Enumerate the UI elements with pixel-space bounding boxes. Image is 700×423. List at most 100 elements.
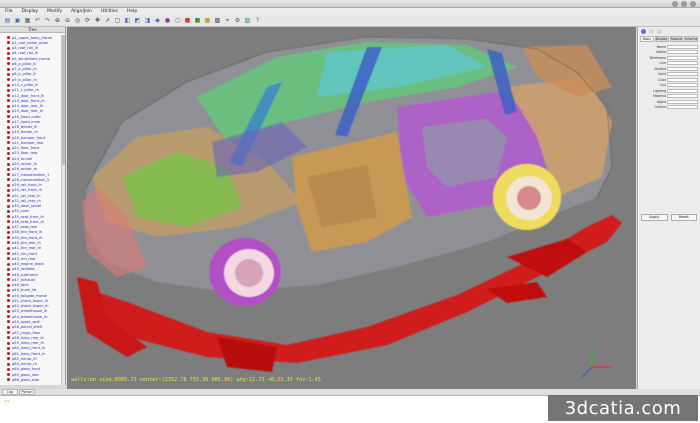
color-icon[interactable]: ■ <box>183 16 192 25</box>
menu-display[interactable]: Display <box>22 9 39 14</box>
shade-icon[interactable]: ● <box>163 16 172 25</box>
tree-item-label: p9_b_pillar_rh <box>12 77 37 82</box>
redo-icon[interactable]: ↷ <box>43 16 52 25</box>
property-value-field[interactable] <box>667 105 698 109</box>
property-row: Name <box>640 44 698 49</box>
properties-panel: Basic Display Advanced Information NameV… <box>637 27 700 389</box>
rotate-icon[interactable]: ⟳ <box>83 16 92 25</box>
tab-basic[interactable]: Basic <box>640 36 654 42</box>
apply-button[interactable]: Apply <box>641 214 668 221</box>
part-bullet-icon <box>7 267 10 271</box>
property-value-field[interactable] <box>667 50 698 54</box>
property-value-field[interactable] <box>667 88 698 93</box>
image-icon[interactable]: ▨ <box>243 16 252 25</box>
tree-item-label: p57_cargo_floor <box>12 330 41 335</box>
tree-item-label: p4_roof_rail_rh <box>12 51 39 56</box>
view-iso-icon[interactable]: ◆ <box>153 16 162 25</box>
view-front-icon[interactable]: ◧ <box>123 16 132 25</box>
tab-display[interactable]: Display <box>654 36 669 42</box>
part-bullet-icon <box>7 320 10 324</box>
property-label: Material <box>653 94 666 98</box>
property-row: Line <box>640 61 698 66</box>
tree-item-label: p31_rail_rear_lh <box>12 193 41 198</box>
part-bullet-icon <box>7 325 10 329</box>
open-icon[interactable]: ▤ <box>3 16 12 25</box>
wireframe-icon[interactable]: ○ <box>173 16 182 25</box>
tree-item-label: p26_rocker_rh <box>12 167 38 172</box>
part-bullet-icon <box>7 367 10 371</box>
property-label: Visible <box>655 50 666 54</box>
part-bullet-icon <box>7 72 10 76</box>
zoom-out-icon[interactable]: ⊖ <box>63 16 72 25</box>
property-value-field[interactable] <box>667 83 698 87</box>
measure-icon[interactable]: ⌖ <box>223 16 232 25</box>
property-value-field[interactable] <box>667 94 698 98</box>
palette-icon[interactable]: ■ <box>193 16 202 25</box>
property-value-field[interactable] <box>667 66 698 71</box>
property-value-field[interactable] <box>667 77 698 82</box>
model-tree-scrollbar[interactable] <box>61 35 65 385</box>
menu-help[interactable]: Help <box>127 9 137 14</box>
tree-item-label: p36_seat_front_rh <box>12 219 45 224</box>
part-bullet-icon <box>7 309 10 313</box>
tree-item-label: p10_c_pillar_lh <box>12 83 39 88</box>
filter-icon[interactable] <box>649 29 654 34</box>
tree-item[interactable]: p66_glass_side <box>0 377 62 382</box>
zoom-in-icon[interactable]: ⊕ <box>53 16 62 25</box>
property-value-field[interactable] <box>667 55 698 60</box>
part-bullet-icon <box>7 78 10 82</box>
part-bullet-icon <box>7 273 10 277</box>
layers-icon[interactable]: ■ <box>203 16 212 25</box>
property-value-field[interactable] <box>667 61 698 65</box>
pan-icon[interactable]: ✥ <box>93 16 102 25</box>
property-label: Line <box>659 61 666 65</box>
part-bullet-icon <box>7 336 10 340</box>
part-bullet-icon <box>7 257 10 261</box>
tree-item-label: p1_upper_body_frame <box>12 35 53 40</box>
undo-icon[interactable]: ↶ <box>33 16 42 25</box>
tab-advanced[interactable]: Advanced <box>669 36 684 42</box>
menu-align-join[interactable]: Align/Join <box>71 9 92 14</box>
part-bullet-icon <box>7 262 10 266</box>
property-value-field[interactable] <box>667 99 698 104</box>
properties-form: Name Visible Wireframe Line Shaded Solid Color… <box>638 42 700 110</box>
tree-item-label: p3_roof_rail_lh <box>12 46 38 51</box>
3d-viewport[interactable]: walls:on size:8985.73 center:(2352.78 75… <box>67 27 636 389</box>
select-icon[interactable]: ➚ <box>103 16 112 25</box>
view-top-icon[interactable]: ◩ <box>133 16 142 25</box>
minimize-button[interactable] <box>672 1 678 7</box>
print-icon[interactable]: ▦ <box>23 16 32 25</box>
tree-item-label: p46_subframe <box>12 272 38 277</box>
menu-utilities[interactable]: Utilities <box>101 9 118 14</box>
property-row: Shaded <box>640 66 698 71</box>
close-button[interactable] <box>690 1 696 7</box>
scrollbar-thumb[interactable] <box>62 35 65 165</box>
tree-item-label: p38_tire_front_lh <box>12 230 43 235</box>
tree-item-label: p6_a_pillar_lh <box>12 61 37 66</box>
tree-item-label: p11_c_pillar_rh <box>12 88 39 93</box>
reset-button[interactable]: Reset <box>670 214 697 221</box>
menu-file[interactable]: File <box>5 9 13 14</box>
tree-item-label: p51_shock_tower_lh <box>12 298 49 303</box>
mesh-icon[interactable]: ▩ <box>213 16 222 25</box>
property-value-field[interactable] <box>667 44 698 49</box>
settings-icon[interactable]: ⚙ <box>233 16 242 25</box>
part-bullet-icon <box>7 173 10 177</box>
menu-modify[interactable]: Modify <box>47 9 62 14</box>
tree-item-label: p5_windshield_frame <box>12 56 50 61</box>
part-bullet-icon <box>7 146 10 150</box>
properties-icon[interactable] <box>641 29 646 34</box>
property-value-field[interactable] <box>667 72 698 76</box>
view-side-icon[interactable]: ◨ <box>143 16 152 25</box>
part-bullet-icon <box>7 151 10 155</box>
tree-item-label: p8_b_pillar_lh <box>12 72 37 77</box>
fit-icon[interactable]: ◎ <box>73 16 82 25</box>
tab-information[interactable]: Information <box>684 36 698 42</box>
save-icon[interactable]: ▣ <box>13 16 22 25</box>
car-model-render[interactable] <box>67 27 636 389</box>
help-icon[interactable]: ? <box>253 16 262 25</box>
box-select-icon[interactable]: ▢ <box>113 16 122 25</box>
maximize-button[interactable] <box>681 1 687 7</box>
refresh-icon[interactable] <box>657 29 662 34</box>
tree-item-label: p53_wheelhouse_lh <box>12 309 48 314</box>
